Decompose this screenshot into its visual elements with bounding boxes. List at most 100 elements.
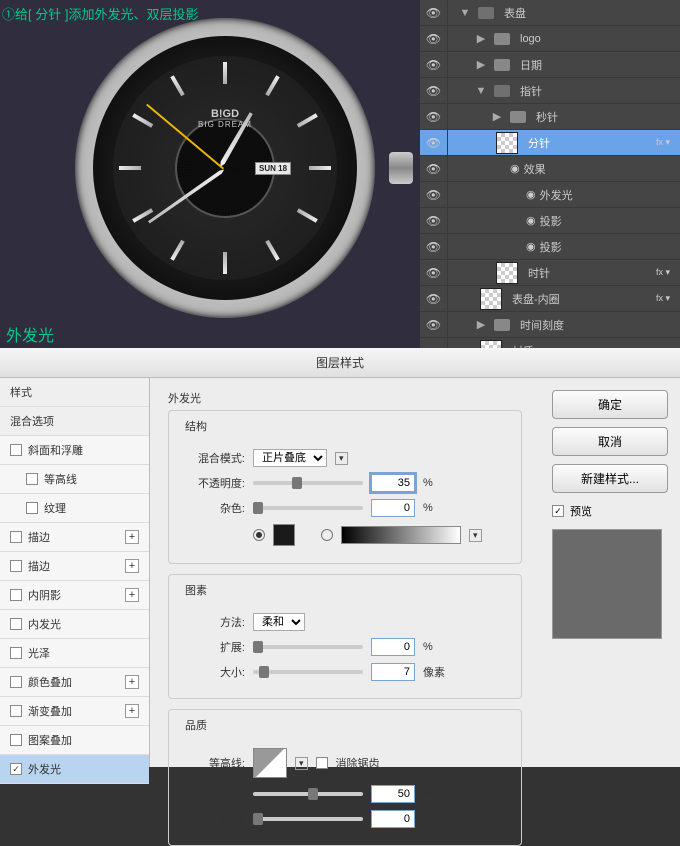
annotation-section: 外发光 xyxy=(6,322,54,346)
style-checkbox[interactable] xyxy=(26,502,38,514)
color-radio[interactable] xyxy=(253,529,265,541)
glow-gradient[interactable] xyxy=(341,526,461,544)
jitter-field[interactable] xyxy=(371,810,415,828)
layers-panel[interactable]: 👁▼表盘👁▶logo👁▶日期👁▼指针👁▶秒针👁分针fx ▾👁◉效果👁◉外发光👁◉… xyxy=(420,0,680,348)
chevron-right-icon[interactable]: ▶ xyxy=(474,318,488,331)
visibility-icon[interactable]: 👁 xyxy=(420,182,448,207)
contour-swatch[interactable] xyxy=(253,748,287,778)
contour-dropdown-icon[interactable]: ▾ xyxy=(295,757,308,770)
fx-badge[interactable]: fx ▾ xyxy=(652,267,674,278)
opacity-field[interactable] xyxy=(371,474,415,492)
layer-row[interactable]: 👁▶logo xyxy=(420,26,680,52)
style-item[interactable]: 斜面和浮雕 xyxy=(0,436,149,465)
chevron-right-icon[interactable]: ▶ xyxy=(490,110,504,123)
add-effect-icon[interactable]: + xyxy=(125,704,139,718)
visibility-icon[interactable]: 👁 xyxy=(420,104,448,129)
layer-row[interactable]: 👁分针fx ▾ xyxy=(420,130,680,156)
add-effect-icon[interactable]: + xyxy=(125,675,139,689)
ok-button[interactable]: 确定 xyxy=(552,390,668,419)
fx-badge[interactable]: fx ▾ xyxy=(652,137,674,148)
layer-row[interactable]: 👁▶日期 xyxy=(420,52,680,78)
style-checkbox[interactable] xyxy=(10,444,22,456)
style-checkbox[interactable] xyxy=(10,531,22,543)
styles-header[interactable]: 样式 xyxy=(0,378,149,407)
blend-mode-select[interactable]: 正片叠底 xyxy=(253,449,327,467)
visibility-icon[interactable]: 👁 xyxy=(420,286,448,311)
style-label: 纹理 xyxy=(44,500,66,516)
style-item[interactable]: ✓外发光 xyxy=(0,755,149,784)
visibility-icon[interactable]: 👁 xyxy=(420,78,448,103)
style-item[interactable]: 描边+ xyxy=(0,552,149,581)
chevron-right-icon[interactable]: ▶ xyxy=(474,58,488,71)
visibility-icon[interactable]: 👁 xyxy=(420,52,448,77)
blend-dropdown-icon[interactable]: ▾ xyxy=(335,452,348,465)
style-checkbox[interactable] xyxy=(10,647,22,659)
style-item[interactable]: 颜色叠加+ xyxy=(0,668,149,697)
range-slider[interactable] xyxy=(253,792,363,796)
visibility-icon[interactable]: 👁 xyxy=(420,0,448,25)
jitter-slider[interactable] xyxy=(253,817,363,821)
layer-row[interactable]: 👁▶秒针 xyxy=(420,104,680,130)
style-item[interactable]: 渐变叠加+ xyxy=(0,697,149,726)
layer-row[interactable]: 材质 xyxy=(420,338,680,348)
effect-icon: ◉ xyxy=(522,240,536,253)
gradient-dropdown-icon[interactable]: ▾ xyxy=(469,529,482,542)
style-checkbox[interactable] xyxy=(10,705,22,717)
layer-row[interactable]: 👁◉外发光 xyxy=(420,182,680,208)
style-item[interactable]: 内阴影+ xyxy=(0,581,149,610)
style-item[interactable]: 内发光 xyxy=(0,610,149,639)
layer-row[interactable]: 👁◉投影 xyxy=(420,208,680,234)
visibility-icon[interactable]: 👁 xyxy=(420,208,448,233)
layer-row[interactable]: 👁▶时间刻度 xyxy=(420,312,680,338)
layer-row[interactable]: 👁◉效果 xyxy=(420,156,680,182)
style-item[interactable]: 图案叠加 xyxy=(0,726,149,755)
range-field[interactable] xyxy=(371,785,415,803)
antialias-checkbox[interactable] xyxy=(316,757,328,769)
layer-row[interactable]: 👁▼表盘 xyxy=(420,0,680,26)
method-select[interactable]: 柔和 xyxy=(253,613,305,631)
new-style-button[interactable]: 新建样式... xyxy=(552,464,668,493)
fx-badge[interactable]: fx ▾ xyxy=(652,293,674,304)
style-item[interactable]: 纹理 xyxy=(0,494,149,523)
layer-row[interactable]: 👁▼指针 xyxy=(420,78,680,104)
add-effect-icon[interactable]: + xyxy=(125,530,139,544)
visibility-icon[interactable]: 👁 xyxy=(420,234,448,259)
visibility-icon[interactable]: 👁 xyxy=(420,156,448,181)
visibility-icon[interactable]: 👁 xyxy=(420,260,448,285)
size-slider[interactable] xyxy=(253,670,363,674)
style-item[interactable]: 描边+ xyxy=(0,523,149,552)
visibility-icon[interactable]: 👁 xyxy=(420,26,448,51)
chevron-right-icon[interactable]: ▶ xyxy=(474,32,488,45)
cancel-button[interactable]: 取消 xyxy=(552,427,668,456)
style-item[interactable]: 等高线 xyxy=(0,465,149,494)
style-checkbox[interactable] xyxy=(26,473,38,485)
style-checkbox[interactable] xyxy=(10,560,22,572)
layer-row[interactable]: 👁时针fx ▾ xyxy=(420,260,680,286)
noise-slider[interactable] xyxy=(253,506,363,510)
chevron-down-icon[interactable]: ▼ xyxy=(458,7,472,19)
gradient-radio[interactable] xyxy=(321,529,333,541)
size-field[interactable] xyxy=(371,663,415,681)
chevron-down-icon[interactable]: ▼ xyxy=(474,85,488,97)
visibility-icon[interactable]: 👁 xyxy=(420,312,448,337)
style-item[interactable]: 光泽 xyxy=(0,639,149,668)
layer-name: 外发光 xyxy=(540,187,573,203)
style-checkbox[interactable] xyxy=(10,676,22,688)
visibility-icon[interactable] xyxy=(420,338,448,348)
style-checkbox[interactable] xyxy=(10,734,22,746)
visibility-icon[interactable]: 👁 xyxy=(420,130,448,155)
add-effect-icon[interactable]: + xyxy=(125,588,139,602)
style-checkbox[interactable]: ✓ xyxy=(10,763,22,775)
layer-row[interactable]: 👁表盘-内圈fx ▾ xyxy=(420,286,680,312)
glow-color-swatch[interactable] xyxy=(273,524,295,546)
layer-row[interactable]: 👁◉投影 xyxy=(420,234,680,260)
opacity-slider[interactable] xyxy=(253,481,363,485)
add-effect-icon[interactable]: + xyxy=(125,559,139,573)
style-checkbox[interactable] xyxy=(10,618,22,630)
style-checkbox[interactable] xyxy=(10,589,22,601)
spread-field[interactable] xyxy=(371,638,415,656)
noise-field[interactable] xyxy=(371,499,415,517)
spread-slider[interactable] xyxy=(253,645,363,649)
blend-options-item[interactable]: 混合选项 xyxy=(0,407,149,436)
preview-checkbox[interactable]: ✓ xyxy=(552,505,564,517)
